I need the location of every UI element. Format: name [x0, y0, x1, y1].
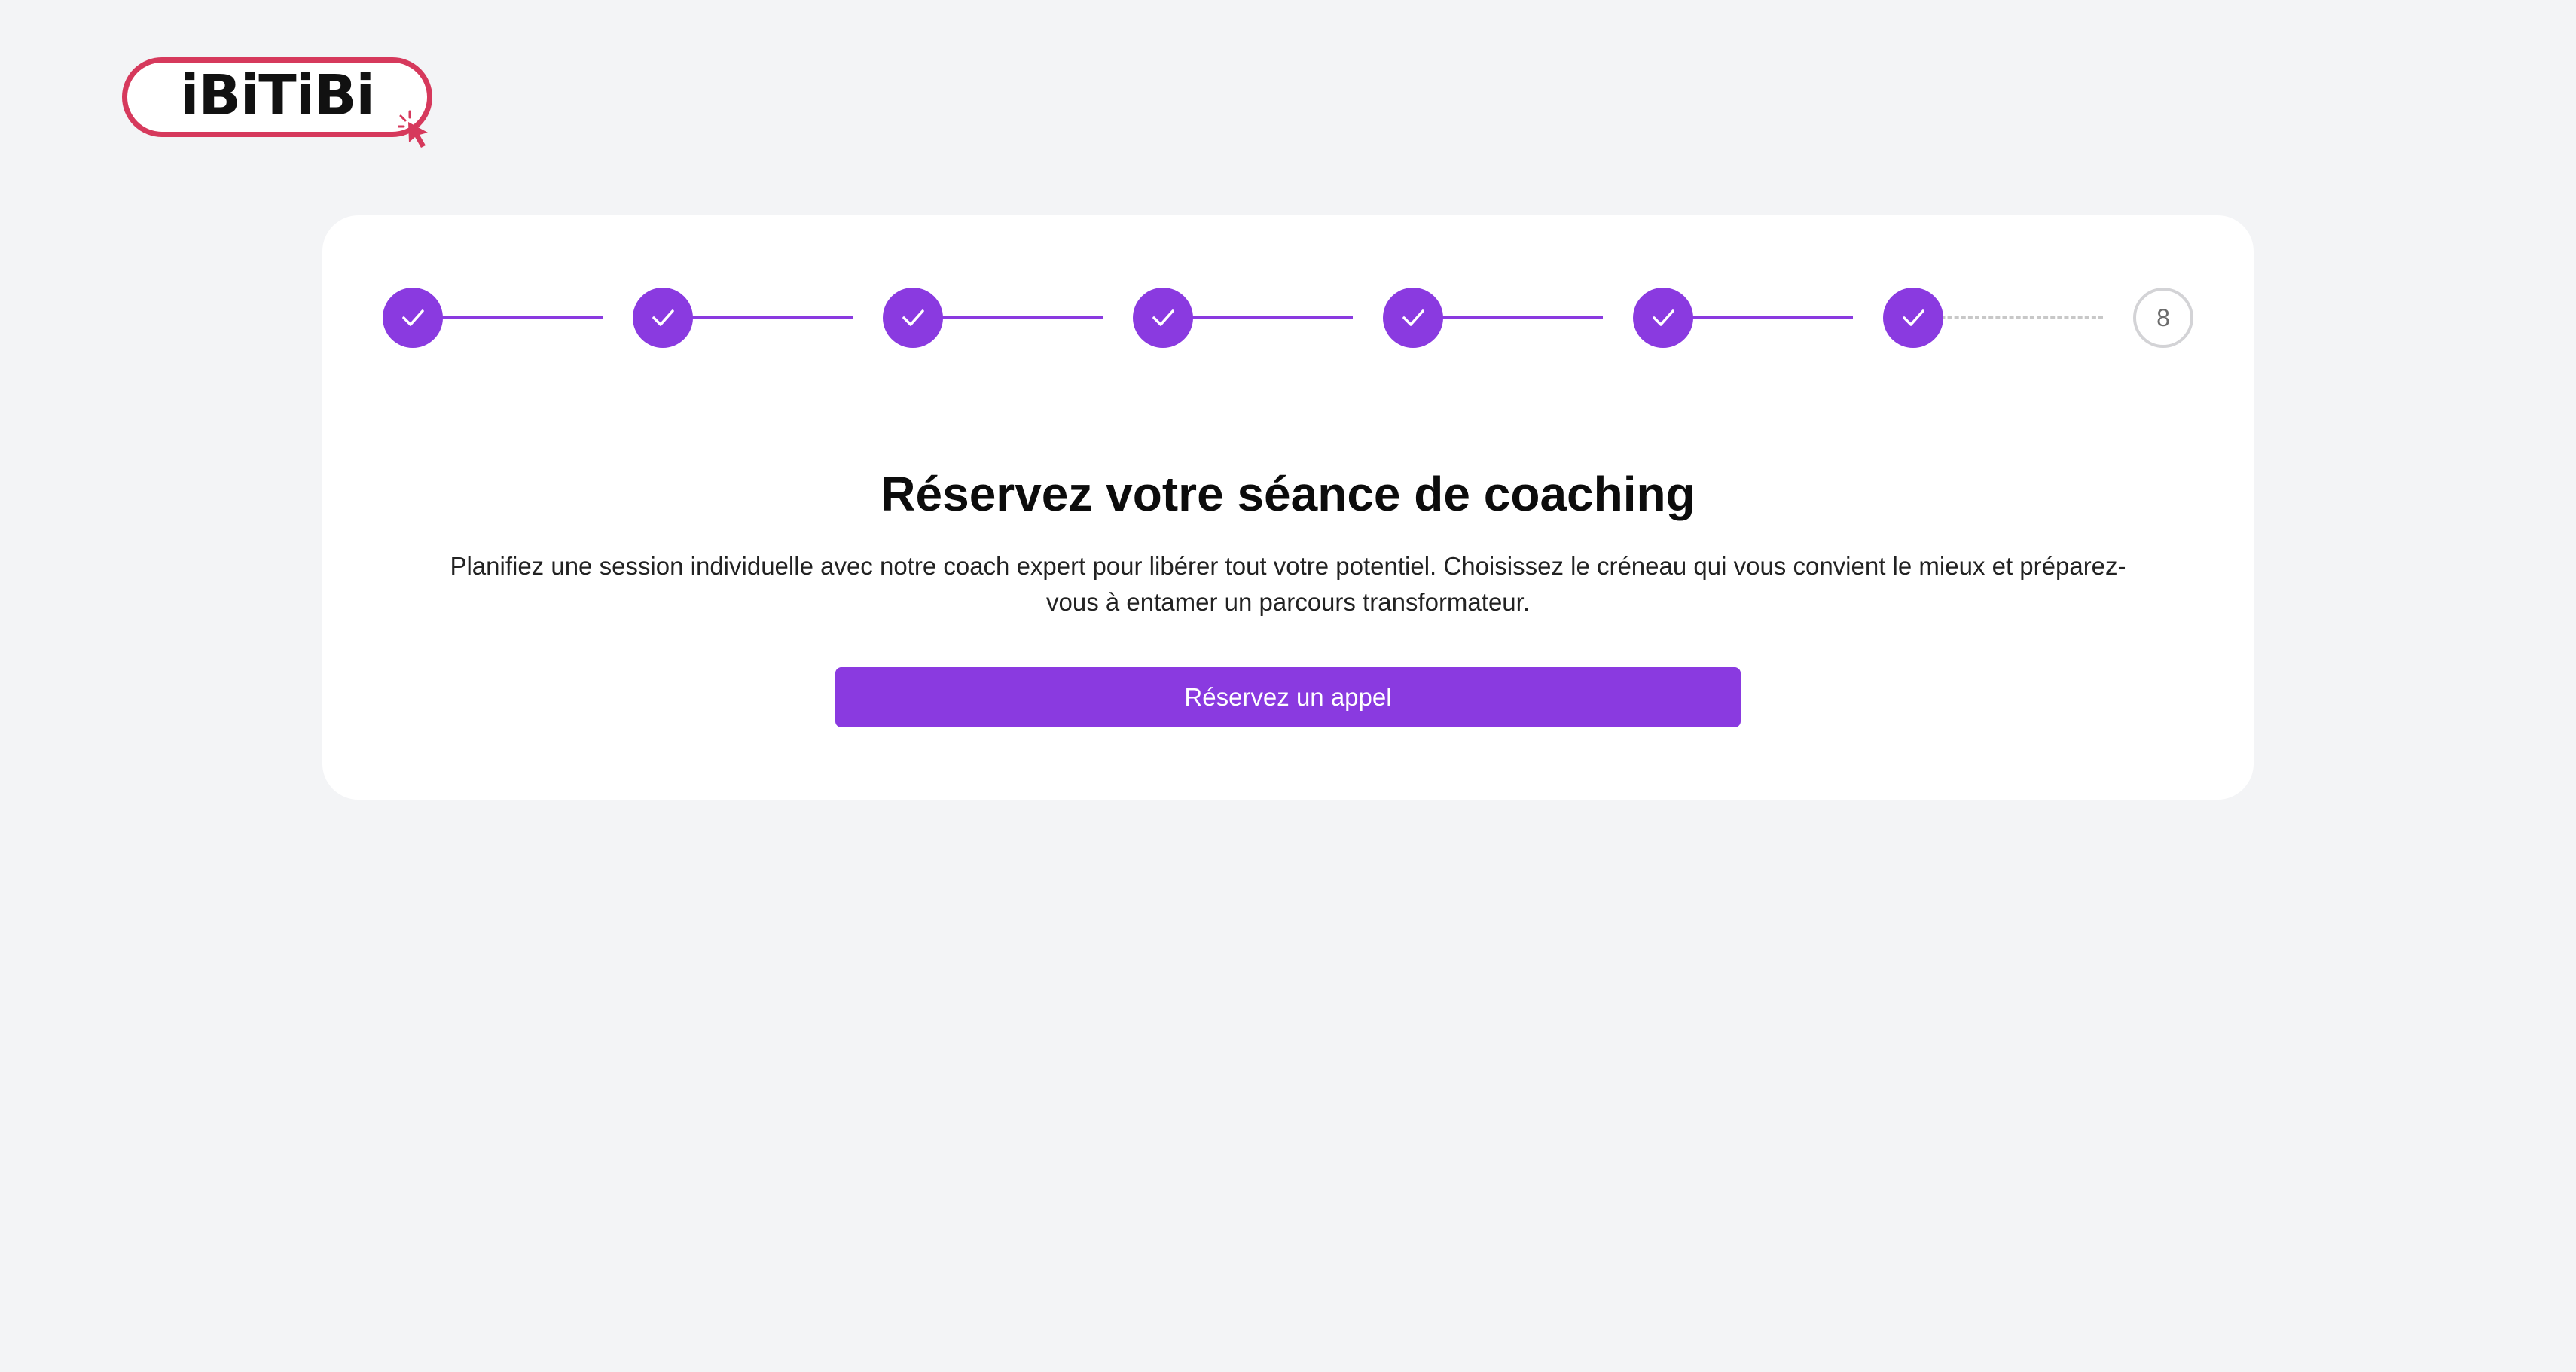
- step-5-complete: [1383, 288, 1443, 348]
- step-7-complete: [1883, 288, 1943, 348]
- logo-badge: iBiTiBi: [122, 57, 432, 137]
- coaching-card: 8 Réservez votre séance de coaching Plan…: [322, 215, 2254, 800]
- check-icon: [1903, 309, 1924, 326]
- check-icon: [652, 309, 674, 326]
- step-3-complete: [883, 288, 943, 348]
- check-icon: [902, 309, 924, 326]
- cursor-click-icon: [398, 110, 428, 148]
- check-icon: [1152, 309, 1174, 326]
- step-1-complete: [383, 288, 443, 348]
- check-icon: [1653, 309, 1674, 326]
- page-description: Planifiez une session individuelle avec …: [450, 552, 2126, 616]
- progress-stepper: 8: [322, 215, 2254, 366]
- check-icon: [1402, 309, 1424, 326]
- step-8-current: 8: [2133, 288, 2193, 348]
- step-6-complete: [1633, 288, 1693, 348]
- step-2-complete: [633, 288, 693, 348]
- logo[interactable]: iBiTiBi: [122, 57, 440, 148]
- step-4-complete: [1133, 288, 1193, 348]
- check-icon: [402, 309, 424, 326]
- book-call-button[interactable]: Réservez un appel: [835, 667, 1741, 727]
- logo-text: iBiTiBi: [180, 63, 375, 128]
- page-title: Réservez votre séance de coaching: [881, 467, 1695, 521]
- step-number: 8: [2156, 303, 2170, 331]
